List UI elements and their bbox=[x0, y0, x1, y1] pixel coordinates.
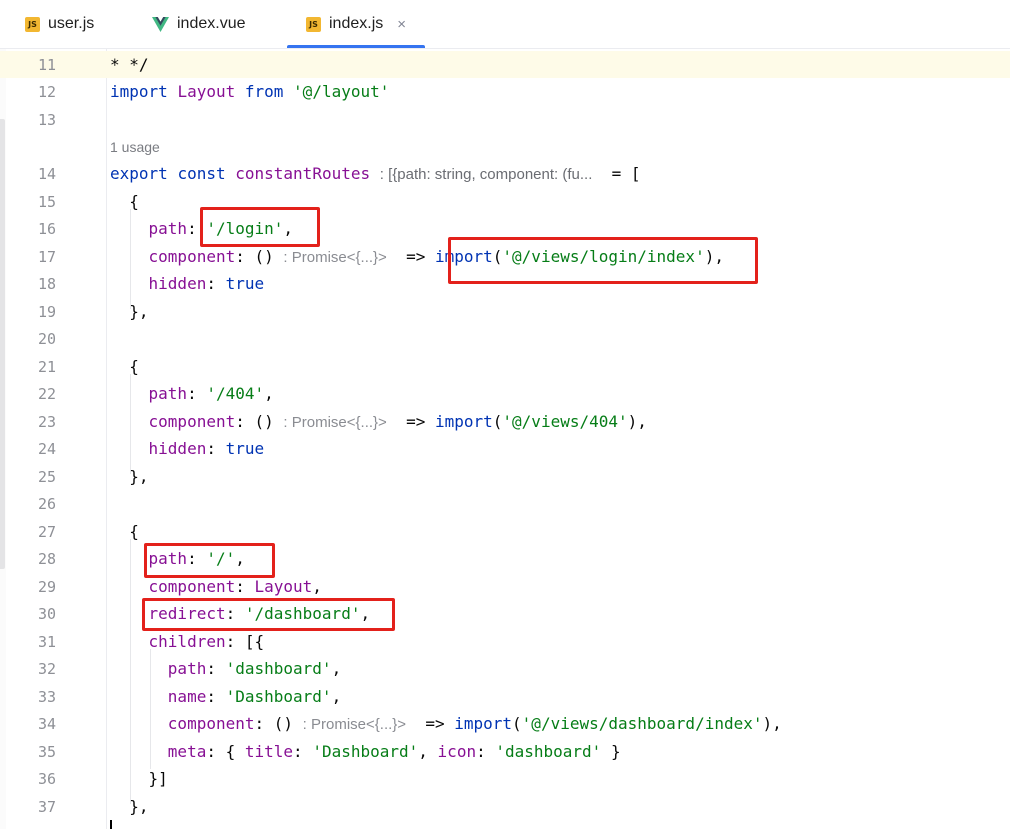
code-text: }] bbox=[148, 769, 168, 788]
line-number: 36 bbox=[37, 769, 56, 788]
tab-label: index.vue bbox=[177, 15, 246, 32]
line-number: 21 bbox=[37, 357, 56, 376]
line-number: 33 bbox=[37, 687, 56, 706]
code-text: import Layout from '@/layout' bbox=[110, 82, 390, 101]
line-number: 35 bbox=[37, 742, 56, 761]
code-text: hidden: true bbox=[148, 274, 265, 293]
type-hint: : [{path: string, component: (fu... bbox=[379, 166, 593, 183]
line-number: 17 bbox=[37, 247, 56, 266]
close-tab-icon[interactable]: × bbox=[397, 16, 406, 33]
vue-file-icon bbox=[152, 16, 169, 32]
line-number: 13 bbox=[37, 110, 56, 129]
line-number: 28 bbox=[37, 549, 56, 568]
code-text: name: 'Dashboard', bbox=[167, 687, 342, 706]
code-line: 32 path: 'dashboard', bbox=[0, 655, 1010, 682]
code-line: 13 bbox=[0, 106, 1010, 133]
editor-tab-bar: JS user.js index.vue JS index.js × bbox=[0, 0, 1010, 49]
line-number: 26 bbox=[37, 494, 56, 513]
inlay-hint: : Promise<{...}> bbox=[283, 414, 387, 431]
tab-index-vue[interactable]: index.vue bbox=[152, 0, 246, 48]
line-number: 34 bbox=[37, 714, 56, 733]
code-text: { bbox=[129, 192, 139, 211]
javascript-file-icon: JS bbox=[306, 16, 321, 32]
code-line: 20 bbox=[0, 325, 1010, 352]
highlight-login-path bbox=[200, 207, 320, 247]
text-cursor bbox=[110, 820, 112, 829]
code-text: { bbox=[129, 522, 139, 541]
tab-user-js[interactable]: JS user.js bbox=[25, 0, 94, 48]
line-number: 19 bbox=[37, 302, 56, 321]
line-number: 29 bbox=[37, 577, 56, 596]
code-line: 35 meta: { title: 'Dashboard', icon: 'da… bbox=[0, 738, 1010, 765]
code-text: }, bbox=[129, 797, 149, 816]
line-number: 15 bbox=[37, 192, 56, 211]
code-text: component: () : Promise<{...}> => import… bbox=[148, 412, 647, 431]
line-number: 32 bbox=[37, 659, 56, 678]
line-number: 18 bbox=[37, 274, 56, 293]
highlight-redirect bbox=[142, 598, 395, 631]
code-text: meta: { title: 'Dashboard', icon: 'dashb… bbox=[167, 742, 621, 761]
line-number: 20 bbox=[37, 329, 56, 348]
tab-label: index.js bbox=[329, 15, 384, 32]
code-line: 22 path: '/404', bbox=[0, 380, 1010, 407]
code-line: 15 { bbox=[0, 188, 1010, 215]
code-line: 19 }, bbox=[0, 298, 1010, 325]
line-number: 12 bbox=[37, 82, 56, 101]
line-number: 16 bbox=[37, 219, 56, 238]
line-number: 24 bbox=[37, 439, 56, 458]
highlight-login-import bbox=[448, 237, 758, 284]
code-line: 11 * */ bbox=[0, 51, 1010, 78]
usage-hint[interactable]: 1 usage bbox=[110, 139, 160, 155]
code-text: }, bbox=[129, 467, 149, 486]
code-text: }, bbox=[129, 302, 149, 321]
code-text: path: 'dashboard', bbox=[167, 659, 342, 678]
line-number: 23 bbox=[37, 412, 56, 431]
code-line: 36 }] bbox=[0, 765, 1010, 792]
code-line: 34 component: () : Promise<{...}> => imp… bbox=[0, 710, 1010, 737]
line-number: 37 bbox=[37, 797, 56, 816]
code-text: component: () : Promise<{...}> => import… bbox=[167, 714, 782, 733]
code-line: 12 import Layout from '@/layout' bbox=[0, 78, 1010, 105]
highlight-root-path bbox=[144, 543, 275, 578]
code-line: 24 hidden: true bbox=[0, 435, 1010, 462]
code-line: 21 { bbox=[0, 353, 1010, 380]
code-editor[interactable]: 11 * */ 12 import Layout from '@/layout'… bbox=[0, 49, 1010, 829]
inlay-hint: : Promise<{...}> bbox=[302, 716, 407, 733]
inlay-hint: : Promise<{...}> bbox=[283, 249, 387, 266]
code-text: { bbox=[129, 357, 139, 376]
code-text: * */ bbox=[110, 55, 149, 74]
line-number: 27 bbox=[37, 522, 56, 541]
line-number: 11 bbox=[37, 55, 56, 74]
usage-hint-line: 1 usage bbox=[0, 133, 1010, 160]
line-number: 25 bbox=[37, 467, 56, 486]
code-text: children: [{ bbox=[148, 632, 265, 651]
code-line: 25 }, bbox=[0, 463, 1010, 490]
javascript-file-icon: JS bbox=[25, 16, 40, 32]
code-line: 31 children: [{ bbox=[0, 628, 1010, 655]
line-number: 22 bbox=[37, 384, 56, 403]
code-line: 27 { bbox=[0, 518, 1010, 545]
code-text: hidden: true bbox=[148, 439, 265, 458]
tab-index-js[interactable]: JS index.js × bbox=[286, 0, 426, 48]
code-line: 37 }, bbox=[0, 793, 1010, 820]
code-text: export const constantRoutes : [{path: st… bbox=[110, 164, 641, 183]
tab-label: user.js bbox=[48, 15, 95, 32]
code-line: 33 name: 'Dashboard', bbox=[0, 683, 1010, 710]
code-line: 23 component: () : Promise<{...}> => imp… bbox=[0, 408, 1010, 435]
code-text: component: Layout, bbox=[148, 577, 322, 596]
line-number: 31 bbox=[37, 632, 56, 651]
code-line: 26 bbox=[0, 490, 1010, 517]
code-text: path: '/404', bbox=[148, 384, 274, 403]
line-number: 14 bbox=[37, 164, 56, 183]
line-number: 30 bbox=[37, 604, 56, 623]
code-line: 14 export const constantRoutes : [{path:… bbox=[0, 160, 1010, 187]
